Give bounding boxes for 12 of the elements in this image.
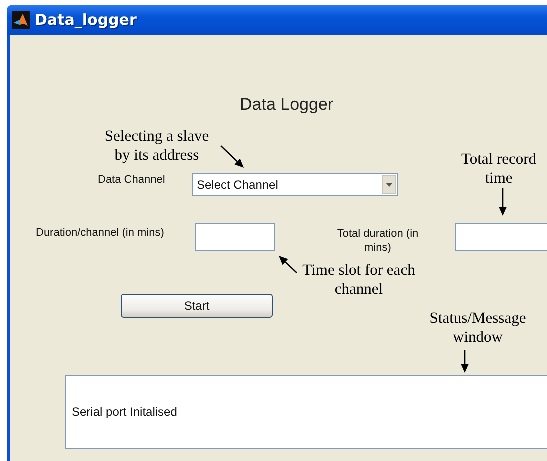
message-text: Serial port Initalised [72,405,178,419]
field-label: Total duration (in mins) [336,227,420,255]
annotation-text: Total record time [460,150,538,188]
annotation-text: Selecting a slave by its address [104,127,210,165]
annotation-text: Time slot for each channel [302,261,416,299]
annotation-text: Status/Message window [428,309,528,347]
window-title: Data_logger [35,11,137,29]
channel-dropdown[interactable]: Select Channel [192,173,398,196]
field-label: Duration/channel (in mins) [36,227,164,239]
start-button[interactable]: Start [121,294,273,318]
heading: Data Logger [240,95,334,115]
field-label: Data Channel [98,174,166,186]
